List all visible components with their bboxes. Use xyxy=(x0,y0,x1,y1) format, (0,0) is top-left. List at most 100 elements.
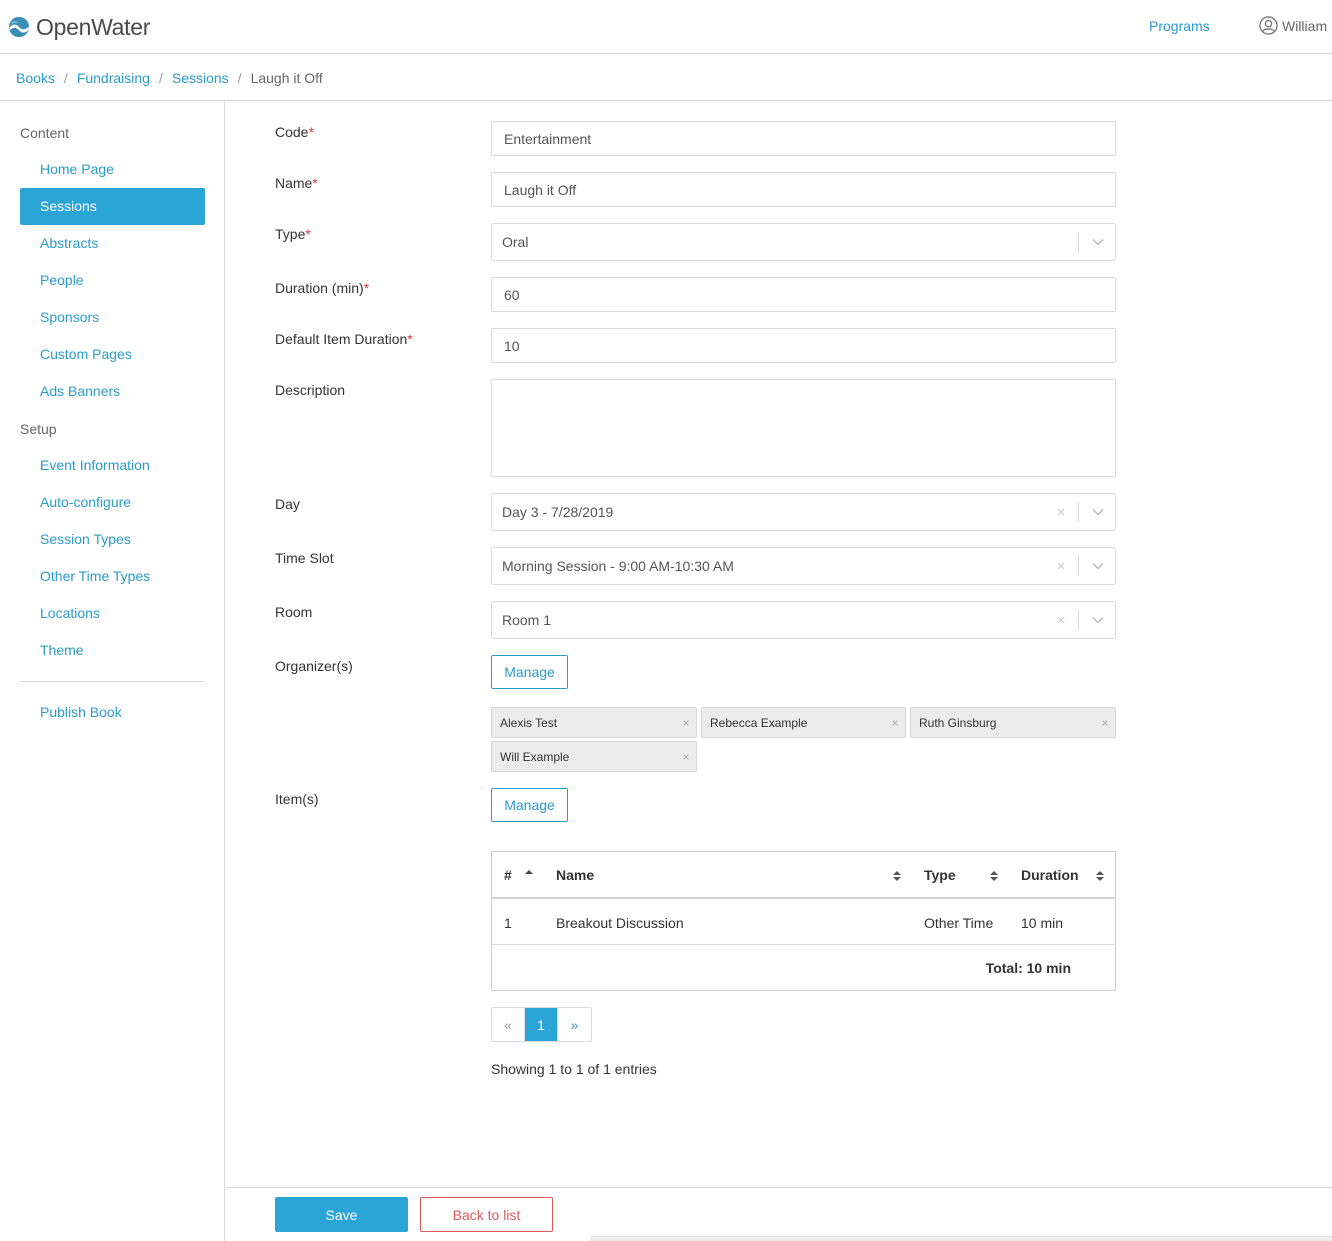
sidebar-heading-setup: Setup xyxy=(20,421,57,437)
user-name: William xyxy=(1282,17,1328,34)
sidebar-item-other-time-types[interactable]: Other Time Types xyxy=(20,558,205,595)
sidebar-item-abstracts[interactable]: Abstracts xyxy=(20,225,205,262)
clear-icon[interactable]: × xyxy=(1050,558,1072,575)
type-select[interactable]: Oral xyxy=(491,223,1116,261)
pagination-next[interactable]: » xyxy=(558,1008,591,1041)
time-slot-select-value: Morning Session - 9:00 AM-10:30 AM xyxy=(502,558,734,574)
logo[interactable]: OpenWater xyxy=(8,12,150,42)
room-select-value: Room 1 xyxy=(502,612,552,628)
chevron-down-icon[interactable] xyxy=(1087,494,1109,530)
organizer-tag: Will Example × xyxy=(491,741,697,772)
type-label: Type* xyxy=(275,226,311,242)
chevron-down-icon[interactable] xyxy=(1087,548,1109,584)
sidebar-item-ads-banners[interactable]: Ads Banners xyxy=(20,373,205,410)
table-total: Total: 10 min xyxy=(985,960,1071,976)
type-label-text: Type xyxy=(275,226,306,242)
duration-input[interactable]: 60 xyxy=(491,277,1116,312)
organizer-tag-name: Ruth Ginsburg xyxy=(919,715,997,730)
required-mark: * xyxy=(308,124,314,140)
logo-text: OpenWater xyxy=(36,13,151,40)
pagination-page[interactable]: 1 xyxy=(525,1008,558,1041)
description-textarea[interactable] xyxy=(491,379,1116,477)
select-separator xyxy=(1078,610,1079,630)
cell-duration: 10 min xyxy=(1021,915,1064,931)
default-item-duration-input[interactable]: 10 xyxy=(491,328,1116,363)
breadcrumb-sessions[interactable]: Sessions xyxy=(172,70,229,86)
breadcrumb-books[interactable]: Books xyxy=(16,70,55,86)
pagination: « 1 » xyxy=(491,1007,592,1042)
top-bar: OpenWater Programs William xyxy=(0,0,1332,54)
sidebar-item-auto-configure[interactable]: Auto-configure xyxy=(20,484,205,521)
breadcrumb-separator: / xyxy=(158,69,163,86)
clear-icon[interactable]: × xyxy=(1050,504,1072,521)
column-header-number[interactable]: # xyxy=(504,867,512,883)
chevron-down-icon[interactable] xyxy=(1087,602,1109,638)
description-label: Description xyxy=(275,382,346,398)
sidebar-item-theme[interactable]: Theme xyxy=(20,632,205,669)
sidebar-item-home-page[interactable]: Home Page xyxy=(20,151,205,188)
time-slot-label: Time Slot xyxy=(275,550,334,566)
duration-label: Duration (min)* xyxy=(275,280,369,296)
cell-number: 1 xyxy=(504,915,512,931)
room-select[interactable]: Room 1 × xyxy=(491,601,1116,639)
code-label: Code* xyxy=(275,124,314,140)
name-input[interactable]: Laugh it Off xyxy=(491,172,1116,207)
bottom-panel-edge xyxy=(590,1236,1332,1241)
table-row[interactable]: 1 Breakout Discussion Other Time 10 min xyxy=(492,899,1115,945)
nav-programs-link[interactable]: Programs xyxy=(1149,18,1210,34)
cell-name: Breakout Discussion xyxy=(556,915,684,931)
sidebar-item-people[interactable]: People xyxy=(20,262,205,299)
sidebar-item-publish-book[interactable]: Publish Book xyxy=(20,694,205,731)
sort-asc-icon[interactable] xyxy=(524,868,534,882)
entries-info: Showing 1 to 1 of 1 entries xyxy=(491,1061,657,1077)
organizer-tag: Rebecca Example × xyxy=(701,707,906,738)
name-label-text: Name xyxy=(275,175,313,191)
clear-icon[interactable]: × xyxy=(1050,612,1072,629)
required-mark: * xyxy=(305,226,311,242)
sort-icon[interactable] xyxy=(1095,869,1105,883)
default-item-duration-label-text: Default Item Duration xyxy=(275,331,408,347)
day-select-value: Day 3 - 7/28/2019 xyxy=(502,504,614,520)
sidebar-item-sessions[interactable]: Sessions xyxy=(20,188,205,225)
sidebar-item-event-information[interactable]: Event Information xyxy=(20,447,205,484)
column-header-type[interactable]: Type xyxy=(924,867,956,883)
organizer-tag-name: Alexis Test xyxy=(500,715,558,730)
breadcrumb: Books / Fundraising / Sessions / Laugh i… xyxy=(0,55,1332,101)
organizer-tag-name: Will Example xyxy=(500,749,570,764)
sidebar-item-session-types[interactable]: Session Types xyxy=(20,521,205,558)
code-label-text: Code xyxy=(275,124,309,140)
sidebar-item-custom-pages[interactable]: Custom Pages xyxy=(20,336,205,373)
footer-divider xyxy=(226,1187,1332,1188)
column-header-duration[interactable]: Duration xyxy=(1021,867,1079,883)
pagination-prev[interactable]: « xyxy=(492,1008,525,1041)
manage-items-button[interactable]: Manage xyxy=(491,788,568,822)
breadcrumb-fundraising[interactable]: Fundraising xyxy=(77,70,150,86)
time-slot-select[interactable]: Morning Session - 9:00 AM-10:30 AM × xyxy=(491,547,1116,585)
organizer-tag-name: Rebecca Example xyxy=(710,715,808,730)
sort-icon[interactable] xyxy=(989,869,999,883)
name-label: Name* xyxy=(275,175,318,191)
remove-tag-icon[interactable]: × xyxy=(1095,716,1115,730)
organizer-tag: Ruth Ginsburg × xyxy=(910,707,1116,738)
remove-tag-icon[interactable]: × xyxy=(885,716,905,730)
sidebar-item-locations[interactable]: Locations xyxy=(20,595,205,632)
column-header-name[interactable]: Name xyxy=(556,867,594,883)
sidebar-item-sponsors[interactable]: Sponsors xyxy=(20,299,205,336)
remove-tag-icon[interactable]: × xyxy=(676,716,696,730)
user-menu[interactable]: William xyxy=(1259,16,1327,35)
breadcrumb-separator: / xyxy=(237,69,242,86)
code-input[interactable]: Entertainment xyxy=(491,121,1116,156)
chevron-down-icon[interactable] xyxy=(1087,224,1109,260)
type-select-value: Oral xyxy=(502,234,529,250)
breadcrumb-current: Laugh it Off xyxy=(250,69,323,86)
day-select[interactable]: Day 3 - 7/28/2019 × xyxy=(491,493,1116,531)
user-avatar-icon xyxy=(1259,16,1278,35)
sort-icon[interactable] xyxy=(892,869,902,883)
save-button[interactable]: Save xyxy=(275,1197,408,1232)
remove-tag-icon[interactable]: × xyxy=(676,750,696,764)
select-separator xyxy=(1078,556,1079,576)
manage-organizers-button[interactable]: Manage xyxy=(491,655,568,689)
breadcrumb-separator: / xyxy=(63,69,68,86)
back-to-list-button[interactable]: Back to list xyxy=(420,1197,553,1232)
sidebar: Content Home Page Sessions Abstracts Peo… xyxy=(0,101,225,1241)
